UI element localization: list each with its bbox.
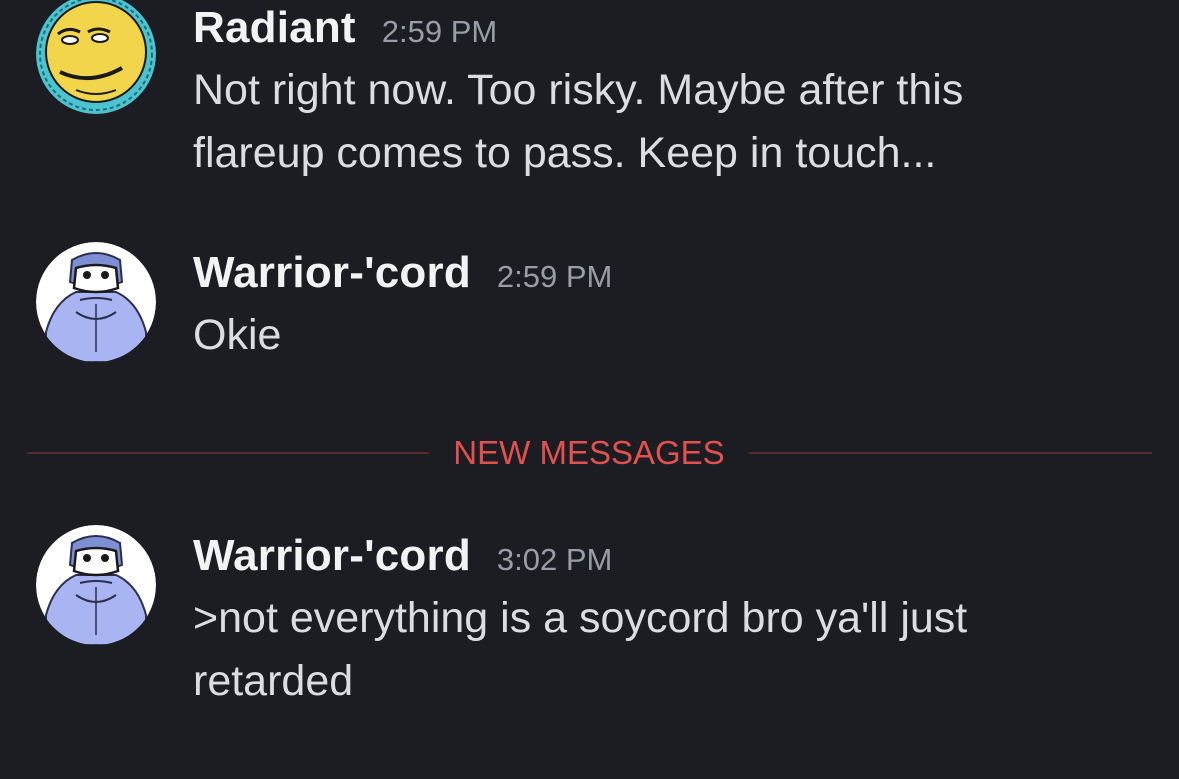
warrior-avatar-icon bbox=[36, 525, 156, 645]
avatar[interactable] bbox=[36, 242, 156, 362]
warrior-avatar-icon bbox=[36, 242, 156, 362]
divider-line bbox=[749, 452, 1152, 454]
timestamp: 2:59 PM bbox=[496, 259, 613, 294]
message-text: Not right now. Too risky. Maybe after th… bbox=[193, 66, 964, 177]
message-text: Okie bbox=[193, 311, 282, 359]
author-name[interactable]: Warrior-'cord bbox=[193, 248, 471, 298]
chat-view: Radiant 2:59 PM Not right now. Too risky… bbox=[0, 0, 1179, 779]
author-name[interactable]: Radiant bbox=[193, 3, 356, 53]
divider-line bbox=[27, 452, 429, 454]
timestamp: 3:02 PM bbox=[496, 542, 613, 577]
avatar[interactable] bbox=[36, 525, 156, 645]
message-text: >not everything is a soycord bro ya'll j… bbox=[193, 594, 968, 705]
radiant-face-icon bbox=[36, 0, 156, 114]
timestamp: 2:59 PM bbox=[381, 14, 498, 49]
author-name[interactable]: Warrior-'cord bbox=[193, 531, 471, 581]
new-messages-label: NEW MESSAGES bbox=[453, 434, 725, 471]
new-messages-divider: NEW MESSAGES bbox=[27, 431, 1152, 475]
avatar[interactable] bbox=[36, 0, 156, 114]
